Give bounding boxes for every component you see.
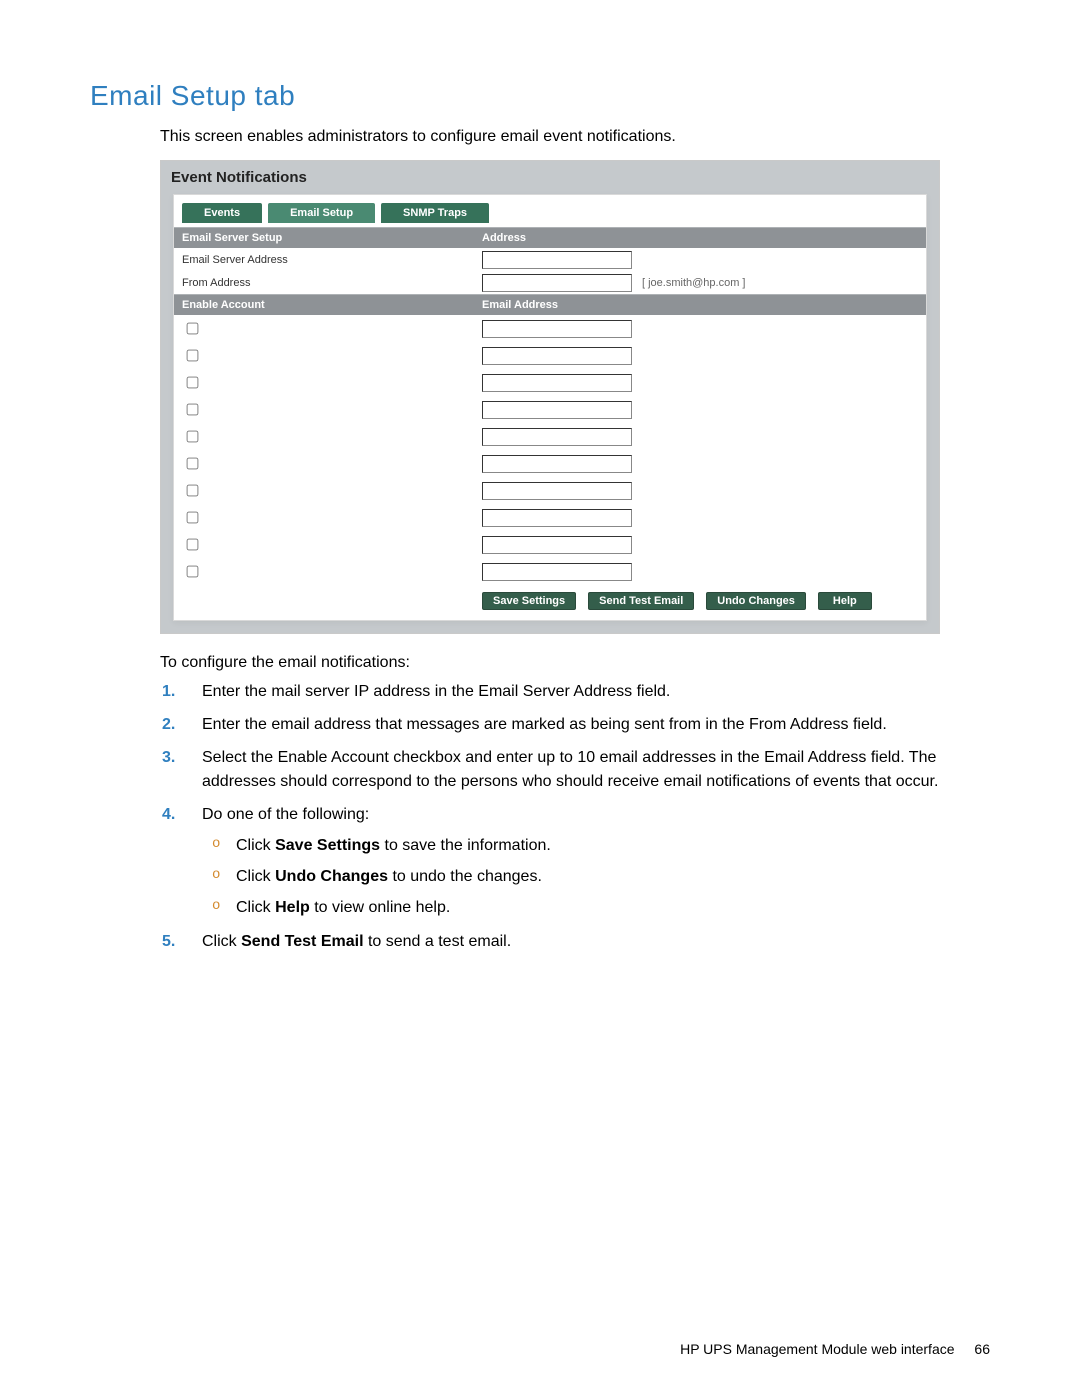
enable-account-checkbox-8[interactable] (187, 512, 199, 524)
enable-account-checkbox-10[interactable] (187, 566, 199, 578)
enable-account-checkbox-9[interactable] (187, 539, 199, 551)
instruction-step: Click Send Test Email to send a test ema… (194, 930, 990, 953)
send-test-email-button[interactable]: Send Test Email (588, 592, 694, 610)
email-address-input-8[interactable] (482, 509, 632, 527)
enable-account-checkbox-2[interactable] (187, 350, 199, 362)
email-server-address-input[interactable] (482, 251, 632, 269)
email-address-input-7[interactable] (482, 482, 632, 500)
email-address-input-3[interactable] (482, 374, 632, 392)
email-address-col: Email Address (474, 295, 926, 316)
intro-text: This screen enables administrators to co… (160, 128, 990, 146)
field-hint: [ joe.smith@hp.com ] (642, 277, 745, 289)
footer-page-number: 66 (974, 1341, 990, 1357)
enable-account-checkbox-3[interactable] (187, 377, 199, 389)
email-address-input-5[interactable] (482, 428, 632, 446)
server-setup-col1: Email Server Setup (174, 228, 474, 249)
enable-account-checkbox-6[interactable] (187, 458, 199, 470)
tab-email-setup[interactable]: Email Setup (268, 203, 375, 223)
email-address-input-6[interactable] (482, 455, 632, 473)
email-address-input-4[interactable] (482, 401, 632, 419)
instruction-step: Enter the email address that messages ar… (194, 713, 990, 736)
page-footer: HP UPS Management Module web interface 6… (680, 1341, 990, 1357)
instruction-step: Do one of the following:Click Save Setti… (194, 803, 990, 920)
instruction-substep: Click Undo Changes to undo the changes. (212, 865, 990, 888)
from-address-input[interactable] (482, 274, 632, 292)
enable-account-checkbox-1[interactable] (187, 323, 199, 335)
instruction-step: Enter the mail server IP address in the … (194, 680, 990, 703)
help-button[interactable]: Help (818, 592, 872, 610)
field-label: Email Server Address (174, 248, 474, 271)
panel-header: Event Notifications (161, 161, 939, 194)
instruction-substep: Click Help to view online help. (212, 896, 990, 919)
email-address-input-9[interactable] (482, 536, 632, 554)
enable-account-col: Enable Account (174, 295, 474, 316)
save-settings-button[interactable]: Save Settings (482, 592, 576, 610)
enable-account-checkbox-4[interactable] (187, 404, 199, 416)
tab-events[interactable]: Events (182, 203, 262, 223)
email-address-input-2[interactable] (482, 347, 632, 365)
instruction-substep: Click Save Settings to save the informat… (212, 834, 990, 857)
undo-changes-button[interactable]: Undo Changes (706, 592, 806, 610)
enable-account-checkbox-7[interactable] (187, 485, 199, 497)
instruction-step: Select the Enable Account checkbox and e… (194, 746, 990, 792)
server-setup-col2: Address (474, 228, 926, 249)
instructions-intro: To configure the email notifications: (160, 654, 990, 672)
event-notifications-panel: Event Notifications Events Email Setup SNM… (160, 160, 940, 634)
field-label: From Address (174, 271, 474, 295)
footer-text: HP UPS Management Module web interface (680, 1341, 954, 1357)
page-title: Email Setup tab (90, 80, 990, 112)
email-address-input-10[interactable] (482, 563, 632, 581)
tab-snmp-traps[interactable]: SNMP Traps (381, 203, 489, 223)
email-address-input-1[interactable] (482, 320, 632, 338)
enable-account-checkbox-5[interactable] (187, 431, 199, 443)
